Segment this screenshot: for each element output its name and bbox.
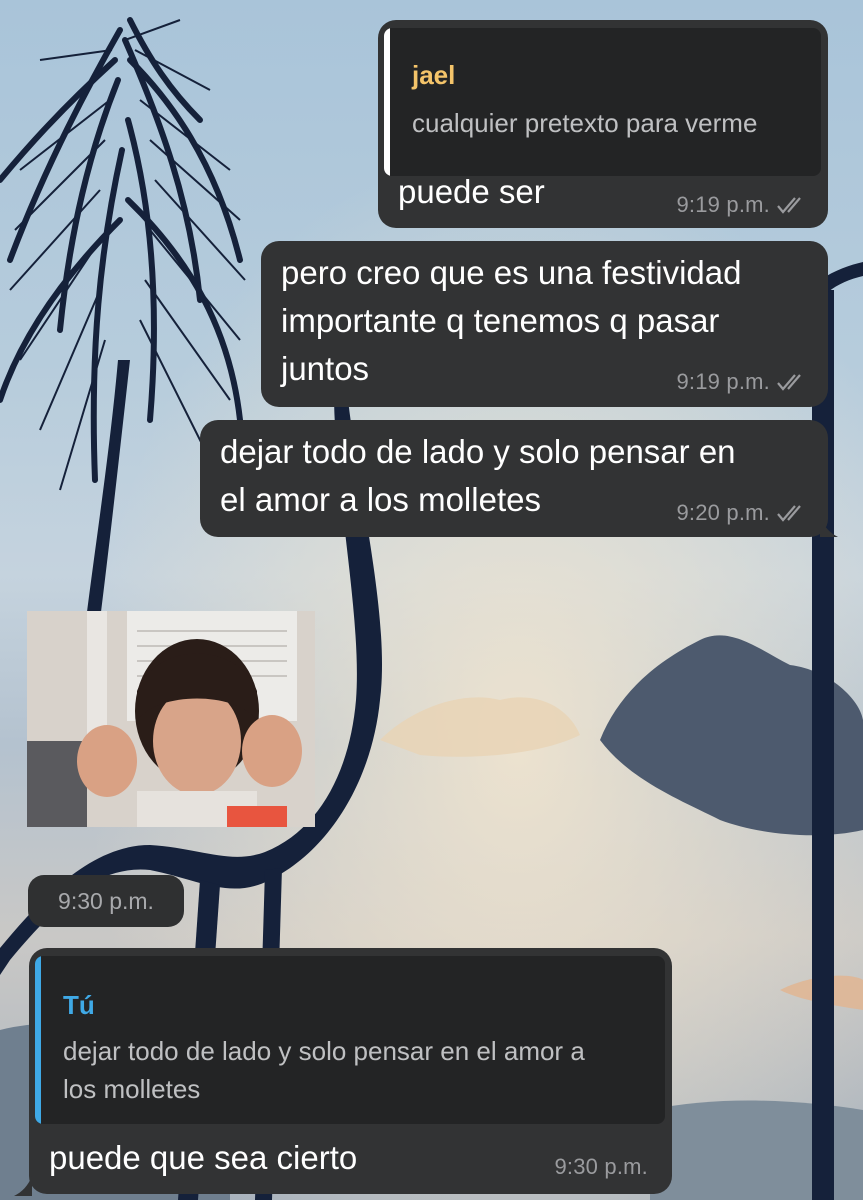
message-time: 9:30 p.m. — [554, 1154, 648, 1179]
double-check-icon — [777, 197, 801, 214]
sticker-time: 9:30 p.m. — [28, 875, 184, 927]
quote-text: cualquier pretexto para verme — [412, 108, 758, 138]
quote-author: jael — [412, 60, 456, 90]
message-meta: 9:20 p.m. — [676, 500, 808, 526]
quote-text: dejar todo de lado y solo pensar en el a… — [63, 1036, 585, 1104]
message-bubble-outgoing[interactable]: pero creo que es una festividad importan… — [261, 241, 828, 407]
message-text: dejar todo de lado y solo pensar en el a… — [220, 433, 736, 518]
message-meta: 9:30 p.m. — [554, 1154, 648, 1180]
sticker-image[interactable] — [27, 611, 315, 827]
bubble-tail — [820, 517, 838, 537]
message-meta: 9:19 p.m. — [676, 369, 808, 395]
message-time: 9:19 p.m. — [676, 369, 770, 394]
quoted-message[interactable]: Tú dejar todo de lado y solo pensar en e… — [35, 956, 665, 1124]
quote-accent-bar — [35, 956, 41, 1124]
message-bubble-outgoing[interactable]: jael cualquier pretexto para verme puede… — [378, 20, 828, 228]
sticker-girl-thumbs-icon — [27, 611, 315, 827]
bubble-tail — [14, 1176, 32, 1196]
quote-author: Tú — [63, 990, 95, 1020]
message-text: puede que sea cierto — [49, 1139, 358, 1176]
double-check-icon — [777, 374, 801, 391]
message-text: pero creo que es una festividad importan… — [281, 254, 742, 387]
message-time: 9:19 p.m. — [676, 192, 770, 217]
message-text: puede ser — [398, 173, 545, 210]
message-bubble-incoming[interactable]: Tú dejar todo de lado y solo pensar en e… — [29, 948, 672, 1194]
message-bubble-outgoing[interactable]: dejar todo de lado y solo pensar en el a… — [200, 420, 828, 537]
double-check-icon — [777, 505, 801, 522]
quoted-message[interactable]: jael cualquier pretexto para verme — [384, 28, 821, 176]
message-time: 9:20 p.m. — [676, 500, 770, 525]
quote-accent-bar — [384, 28, 390, 176]
message-meta: 9:19 p.m. — [676, 192, 808, 218]
